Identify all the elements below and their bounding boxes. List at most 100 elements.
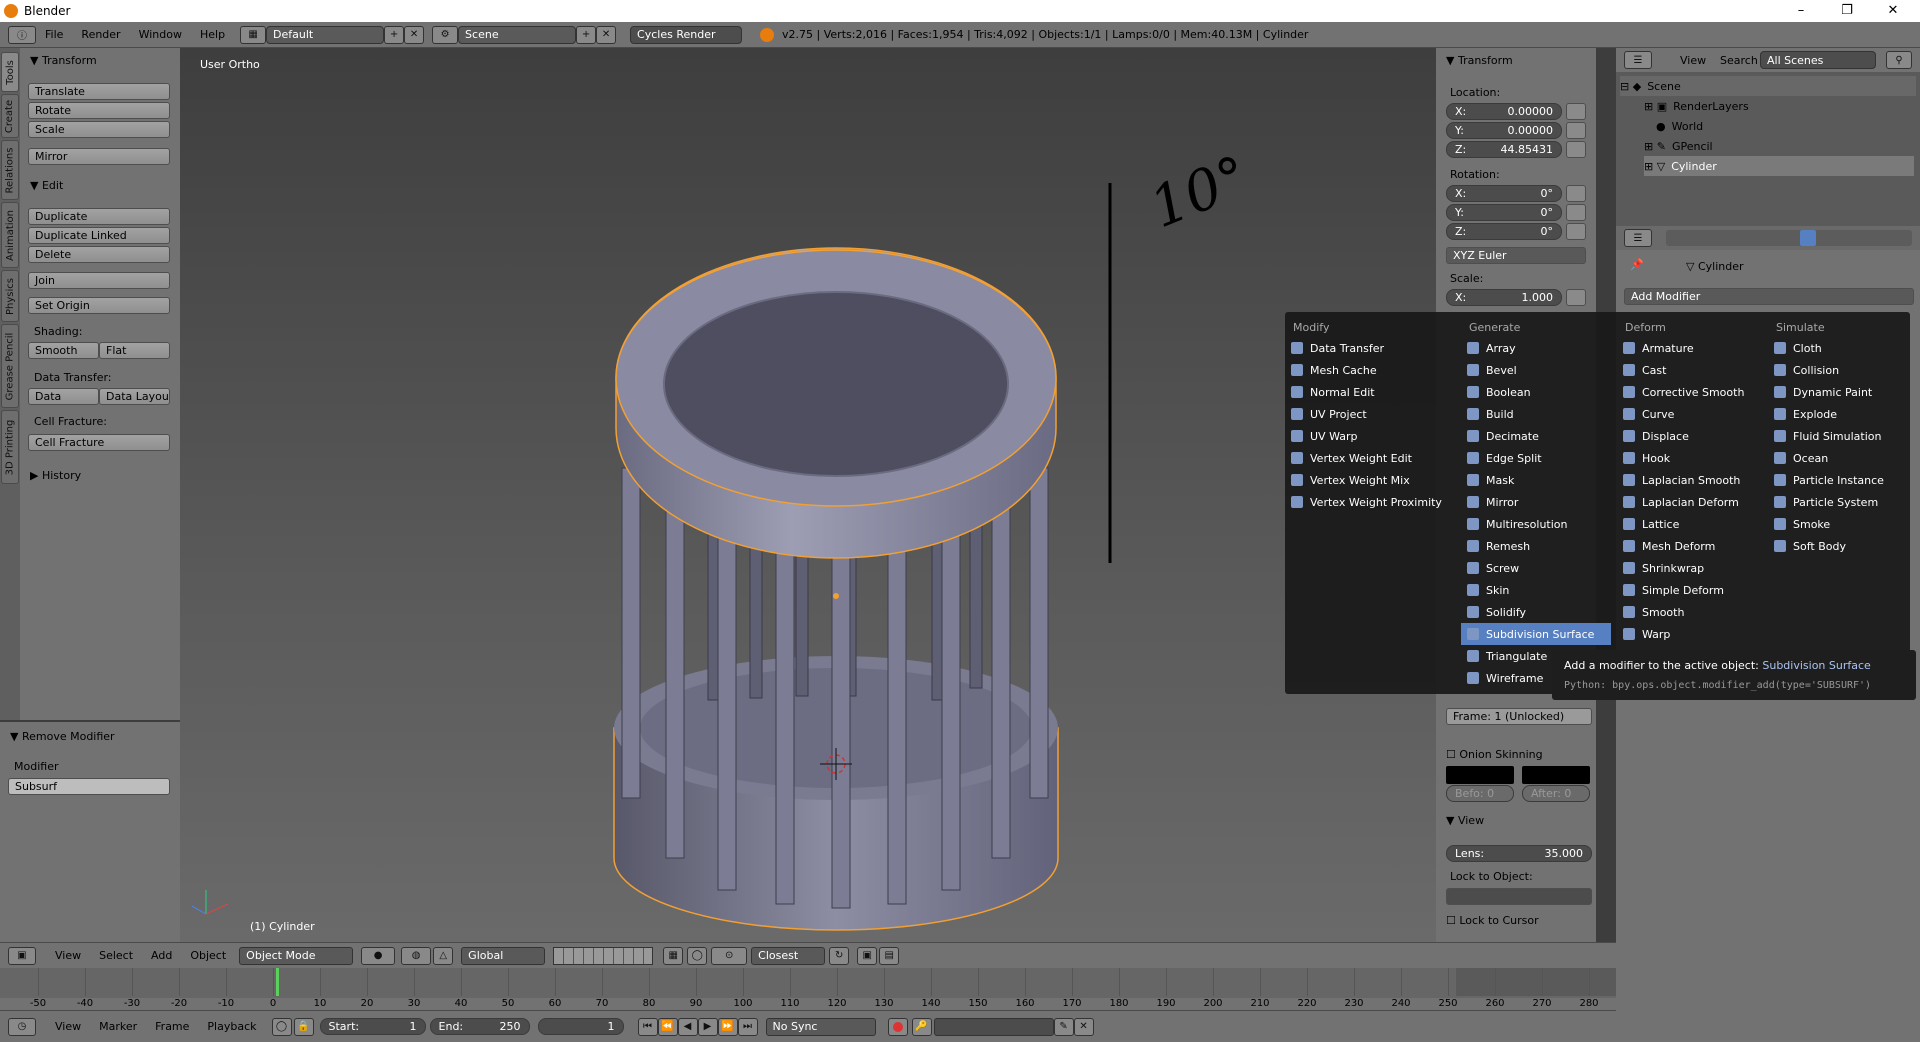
menu-item-remesh[interactable]: Remesh [1461,535,1611,557]
lock-icon[interactable] [1566,103,1586,120]
timeline-editor-icon[interactable]: ◷ [8,1017,36,1036]
menu-item-decimate[interactable]: Decimate [1461,425,1611,447]
menu-item-data-transfer[interactable]: Data Transfer [1285,337,1435,359]
modifier-name-field[interactable]: Subsurf [8,778,170,795]
menu-item-armature[interactable]: Armature [1617,337,1767,359]
smooth-shading-button[interactable]: Smooth [28,342,99,359]
lock-icon[interactable] [1566,289,1586,306]
menu-item-cloth[interactable]: Cloth [1768,337,1918,359]
current-frame-marker[interactable] [276,968,279,996]
preview-range-icon[interactable]: ◯ [271,1017,292,1036]
add-modifier-button[interactable]: Add Modifier [1624,288,1914,305]
history-panel-title[interactable]: ▶ History [30,469,81,482]
scene-field[interactable]: Scene [458,25,577,44]
menu-item-mirror[interactable]: Mirror [1461,491,1611,513]
lock-icon[interactable] [1566,185,1586,202]
scale-x-field[interactable]: X: 1.000 [1446,289,1562,306]
menu-item-smooth[interactable]: Smooth [1617,601,1767,623]
outliner-row-gpencil[interactable]: ⊞ ✎ GPencil [1644,136,1713,156]
menu-window[interactable]: Window [130,28,191,41]
screen-layout-field[interactable]: Default [266,25,385,44]
menu-item-collision[interactable]: Collision [1768,359,1918,381]
transform-panel-title[interactable]: ▼ Transform [30,54,97,67]
jump-end-icon[interactable]: ⏭ [737,1017,758,1036]
end-frame-field[interactable]: End: 250 [429,1018,530,1035]
menu-item-ocean[interactable]: Ocean [1768,447,1918,469]
add-layout-icon[interactable]: + [384,25,405,44]
lock-object-field[interactable] [1446,888,1592,905]
lock-range-icon[interactable]: 🔒 [293,1017,314,1036]
lock-icon[interactable] [1566,204,1586,221]
menu-item-multiresolution[interactable]: Multiresolution [1461,513,1611,535]
menu-item-particle-instance[interactable]: Particle Instance [1768,469,1918,491]
tab-relations[interactable]: Relations [1,140,19,200]
tab-physics[interactable]: Physics [1,270,19,322]
menu-item-corrective-smooth[interactable]: Corrective Smooth [1617,381,1767,403]
layer-grid-icon[interactable] [553,946,654,965]
outliner-row-renderlayers[interactable]: ⊞ ▣ RenderLayers [1644,96,1749,116]
menu-item-vertex-weight-mix[interactable]: Vertex Weight Mix [1285,469,1435,491]
editor-type-info-icon[interactable]: ⓘ [8,25,36,44]
menu-item-vertex-weight-proximity[interactable]: Vertex Weight Proximity [1285,491,1442,513]
scene-icon[interactable]: ⚙ [432,25,459,44]
outliner-editor-icon[interactable]: ☰ [1624,51,1652,69]
mirror-button[interactable]: Mirror [28,148,170,165]
flat-shading-button[interactable]: Flat [99,342,170,359]
render-anim-icon[interactable]: ▤ [879,946,900,965]
menu-item-displace[interactable]: Displace [1617,425,1767,447]
outliner-display-select[interactable]: All Scenes [1760,51,1876,69]
3d-editor-type-icon[interactable]: ▣ [8,946,36,965]
n-transform-title[interactable]: ▼ Transform [1446,54,1513,67]
layout-grid-icon[interactable]: ▦ [240,25,267,44]
after-color-swatch[interactable] [1522,766,1590,784]
close-window-button[interactable]: ✕ [1870,0,1916,22]
timeline-area[interactable]: -50 -40 -30 -20 -10 0 10 20 30 40 50 60 70 80 90 100 110… [0,968,1616,1010]
menu-item-mesh-deform[interactable]: Mesh Deform [1617,535,1767,557]
cell-fracture-button[interactable]: Cell Fracture [28,434,170,451]
rotation-mode-select[interactable]: XYZ Euler [1446,247,1586,264]
scale-button[interactable]: Scale [28,121,170,138]
remove-modifier-title[interactable]: ▼ Remove Modifier [10,730,115,743]
menu-item-vertex-weight-edit[interactable]: Vertex Weight Edit [1285,447,1435,469]
data-transfer-button[interactable]: Data [28,388,99,405]
shading-sphere-icon[interactable]: ● [361,946,396,965]
play-icon[interactable]: ▶ [697,1017,718,1036]
timeline-menu-frame[interactable]: Frame [146,1020,198,1033]
location-z-field[interactable]: Z: 44.85431 [1446,141,1562,158]
record-icon[interactable] [887,1017,908,1036]
menu-item-screw[interactable]: Screw [1461,557,1611,579]
tab-3d-printing[interactable]: 3D Printing [1,410,19,484]
maximize-icon[interactable]: ❐ [1824,0,1870,22]
rotation-z-field[interactable]: Z: 0° [1446,223,1562,240]
menu-item-cast[interactable]: Cast [1617,359,1767,381]
snap-align-icon[interactable]: ↻ [829,946,850,965]
menu-item-mesh-cache[interactable]: Mesh Cache [1285,359,1435,381]
minimize-button[interactable]: – [1778,0,1824,22]
manipulator-icon[interactable]: △ [433,946,454,965]
menu-item-solidify[interactable]: Solidify [1461,601,1611,623]
menu-item-uv-warp[interactable]: UV Warp [1285,425,1435,447]
after-frames-field[interactable]: After: 0 [1522,785,1590,802]
outliner-row-scene[interactable]: ⊟ ◆ Scene [1620,76,1916,96]
menu-item-lattice[interactable]: Lattice [1617,513,1767,535]
outliner-row-world[interactable]: ● World [1656,116,1703,136]
menu-item-normal-edit[interactable]: Normal Edit [1285,381,1435,403]
menu-item-laplacian-deform[interactable]: Laplacian Deform [1617,491,1767,513]
modifier-wrench-icon[interactable] [1800,230,1816,246]
location-y-field[interactable]: Y: 0.00000 [1446,122,1562,139]
before-color-swatch[interactable] [1446,766,1514,784]
pin-icon[interactable]: 📌 [1630,258,1644,271]
lens-field[interactable]: Lens: 35.000 [1446,845,1592,862]
onion-skinning-checkbox[interactable]: ☐ Onion Skinning [1446,748,1543,761]
menu-item-uv-project[interactable]: UV Project [1285,403,1435,425]
object-origin[interactable] [833,593,839,599]
lock-icon[interactable] [1566,122,1586,139]
duplicate-linked-button[interactable]: Duplicate Linked [28,227,170,244]
outliner-search-icon[interactable]: ⚲ [1886,51,1912,69]
render-engine-select[interactable]: Cycles Render [630,25,743,44]
timeline-menu-view[interactable]: View [46,1020,90,1033]
3d-viewport[interactable]: User Ortho 10° (1) Cylinder [180,48,1436,942]
outliner-search-menu[interactable]: Search [1720,54,1758,67]
play-reverse-icon[interactable]: ◀ [677,1017,698,1036]
menu-item-smoke[interactable]: Smoke [1768,513,1918,535]
